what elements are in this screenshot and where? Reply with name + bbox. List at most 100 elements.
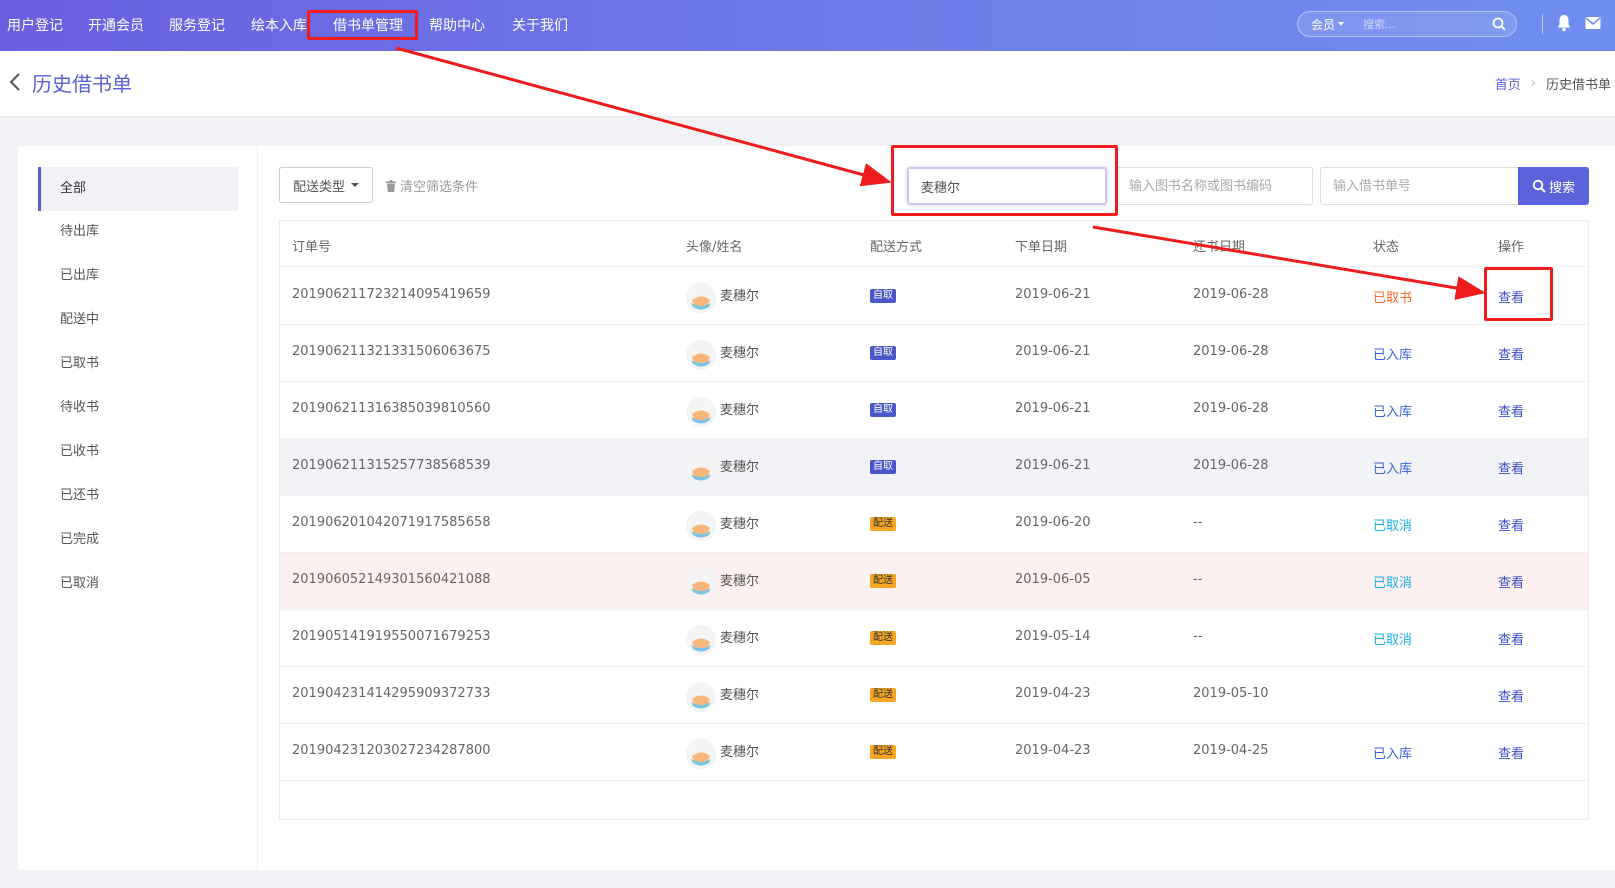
order-date: 2019-04-23 (1015, 686, 1091, 701)
status-sidebar: 全部 待出库 已出库 配送中 已取书 待收书 已收书 已还书 已完成 已取消 (18, 146, 258, 870)
order-date: 2019-06-21 (1015, 458, 1091, 473)
order-date: 2019-06-21 (1015, 401, 1091, 416)
return-date: 2019-05-10 (1193, 686, 1269, 701)
return-date: 2019-06-28 (1193, 344, 1269, 359)
view-link[interactable]: 查看 (1498, 287, 1524, 306)
delivery-badge: 配送 (870, 688, 896, 702)
sidebar-item-picked-up[interactable]: 已取书 (38, 342, 238, 386)
return-date: 2019-06-28 (1193, 458, 1269, 473)
breadcrumb-home[interactable]: 首页 (1495, 74, 1521, 93)
sidebar-item-all[interactable]: 全部 (38, 167, 238, 211)
view-link[interactable]: 查看 (1498, 743, 1524, 762)
book-search-input[interactable] (1116, 167, 1313, 205)
nav-item-open-membership[interactable]: 开通会员 (88, 2, 144, 50)
column-header-order-date: 下单日期 (1015, 240, 1068, 255)
nav-item-about-us[interactable]: 关于我们 (512, 2, 568, 50)
avatar (686, 568, 716, 598)
sidebar-item-shipped-out[interactable]: 已出库 (38, 254, 238, 298)
nav-item-borrow-management[interactable]: 借书单管理 (333, 2, 403, 50)
sidebar-item-delivering[interactable]: 配送中 (38, 298, 238, 342)
mail-icon[interactable] (1585, 16, 1601, 30)
order-number: 201906052149301560421088 (292, 572, 491, 587)
bell-icon[interactable] (1556, 14, 1572, 32)
nav-item-user-register[interactable]: 用户登记 (7, 2, 63, 50)
chevron-down-icon (1338, 22, 1345, 26)
view-link[interactable]: 查看 (1498, 344, 1524, 363)
view-link[interactable]: 查看 (1498, 686, 1524, 705)
avatar (686, 739, 716, 769)
nav-item-service-register[interactable]: 服务登记 (169, 2, 225, 50)
return-date: -- (1193, 572, 1203, 587)
status-badge: 已入库 (1373, 462, 1413, 477)
member-name: 麦穗尔 (720, 574, 760, 589)
nav-item-book-storage[interactable]: 绘本入库 (251, 2, 307, 50)
delivery-type-dropdown[interactable]: 配送类型 (279, 167, 373, 203)
delivery-badge: 配送 (870, 745, 896, 759)
sidebar-item-received[interactable]: 已收书 (38, 430, 238, 474)
sidebar-item-returned[interactable]: 已还书 (38, 474, 238, 518)
order-number: 201904231414295909372733 (292, 686, 491, 701)
sidebar-item-completed[interactable]: 已完成 (38, 518, 238, 562)
status-badge: 已入库 (1373, 747, 1413, 762)
orders-table: 订单号 头像/姓名 配送方式 下单日期 还书日期 状态 操作 201906211… (279, 220, 1589, 820)
order-number: 201906201042071917585658 (292, 515, 491, 530)
table-row: 201906211321331506063675 麦穗尔 自取 2019-06-21 2… (280, 325, 1588, 382)
return-date: -- (1193, 629, 1203, 644)
view-link[interactable]: 查看 (1498, 401, 1524, 420)
table-row: 201905141919550071679253 麦穗尔 配送 2019-05-14 -… (280, 610, 1588, 667)
order-number: 201906211723214095419659 (292, 287, 491, 302)
table-row: 201906211316385039810560 麦穗尔 自取 2019-06-21 2… (280, 382, 1588, 439)
member-name-input[interactable] (907, 167, 1107, 205)
delivery-badge: 配送 (870, 574, 896, 588)
order-date: 2019-06-21 (1015, 344, 1091, 359)
table-row: 201904231414295909372733 麦穗尔 配送 2019-04-23 2… (280, 667, 1588, 724)
member-name: 麦穗尔 (720, 517, 760, 532)
avatar (686, 340, 716, 370)
table-header: 订单号 头像/姓名 配送方式 下单日期 还书日期 状态 操作 (280, 221, 1588, 267)
column-header-return-date: 还书日期 (1193, 240, 1246, 255)
return-date: 2019-06-28 (1193, 287, 1269, 302)
member-name: 麦穗尔 (720, 289, 760, 304)
delivery-badge: 自取 (870, 289, 896, 303)
top-search-input[interactable] (1363, 17, 1488, 31)
order-date: 2019-04-23 (1015, 743, 1091, 758)
order-number: 201906211316385039810560 (292, 401, 491, 416)
member-name: 麦穗尔 (720, 403, 760, 418)
order-number-input[interactable] (1320, 167, 1520, 205)
member-name: 麦穗尔 (720, 346, 760, 361)
order-number: 201905141919550071679253 (292, 629, 491, 644)
status-badge: 已入库 (1373, 405, 1413, 420)
top-search-box: 会员 (1297, 11, 1517, 37)
sidebar-item-pending-out[interactable]: 待出库 (38, 210, 238, 254)
delivery-badge: 自取 (870, 460, 896, 474)
search-button[interactable]: 搜索 (1518, 167, 1589, 205)
search-icon[interactable] (1488, 13, 1510, 35)
order-date: 2019-06-20 (1015, 515, 1091, 530)
order-date: 2019-06-05 (1015, 572, 1091, 587)
status-badge: 已取书 (1373, 291, 1413, 306)
order-number: 201904231203027234287800 (292, 743, 491, 758)
column-header-order: 订单号 (292, 240, 332, 255)
chevron-right-icon: › (1530, 76, 1536, 91)
avatar (686, 454, 716, 484)
avatar (686, 397, 716, 427)
clear-filters-link[interactable]: 清空筛选条件 (386, 176, 478, 195)
table-row: 201906052149301560421088 麦穗尔 配送 2019-06-05 -… (280, 553, 1588, 610)
chevron-down-icon (351, 183, 359, 187)
page-header: 历史借书单 首页 › 历史借书单 (0, 51, 1615, 117)
back-arrow-icon[interactable] (8, 71, 22, 93)
member-select[interactable]: 会员 (1298, 16, 1363, 33)
avatar (686, 625, 716, 655)
avatar (686, 682, 716, 712)
sidebar-item-cancelled[interactable]: 已取消 (38, 562, 238, 606)
view-link[interactable]: 查看 (1498, 458, 1524, 477)
clear-filters-label: 清空筛选条件 (400, 180, 479, 195)
view-link[interactable]: 查看 (1498, 629, 1524, 648)
search-icon (1532, 179, 1546, 193)
sidebar-item-pending-receive[interactable]: 待收书 (38, 386, 238, 430)
view-link[interactable]: 查看 (1498, 572, 1524, 591)
view-link[interactable]: 查看 (1498, 515, 1524, 534)
nav-item-help-center[interactable]: 帮助中心 (429, 2, 485, 50)
delivery-type-label: 配送类型 (292, 179, 345, 195)
member-name: 麦穗尔 (720, 745, 760, 760)
